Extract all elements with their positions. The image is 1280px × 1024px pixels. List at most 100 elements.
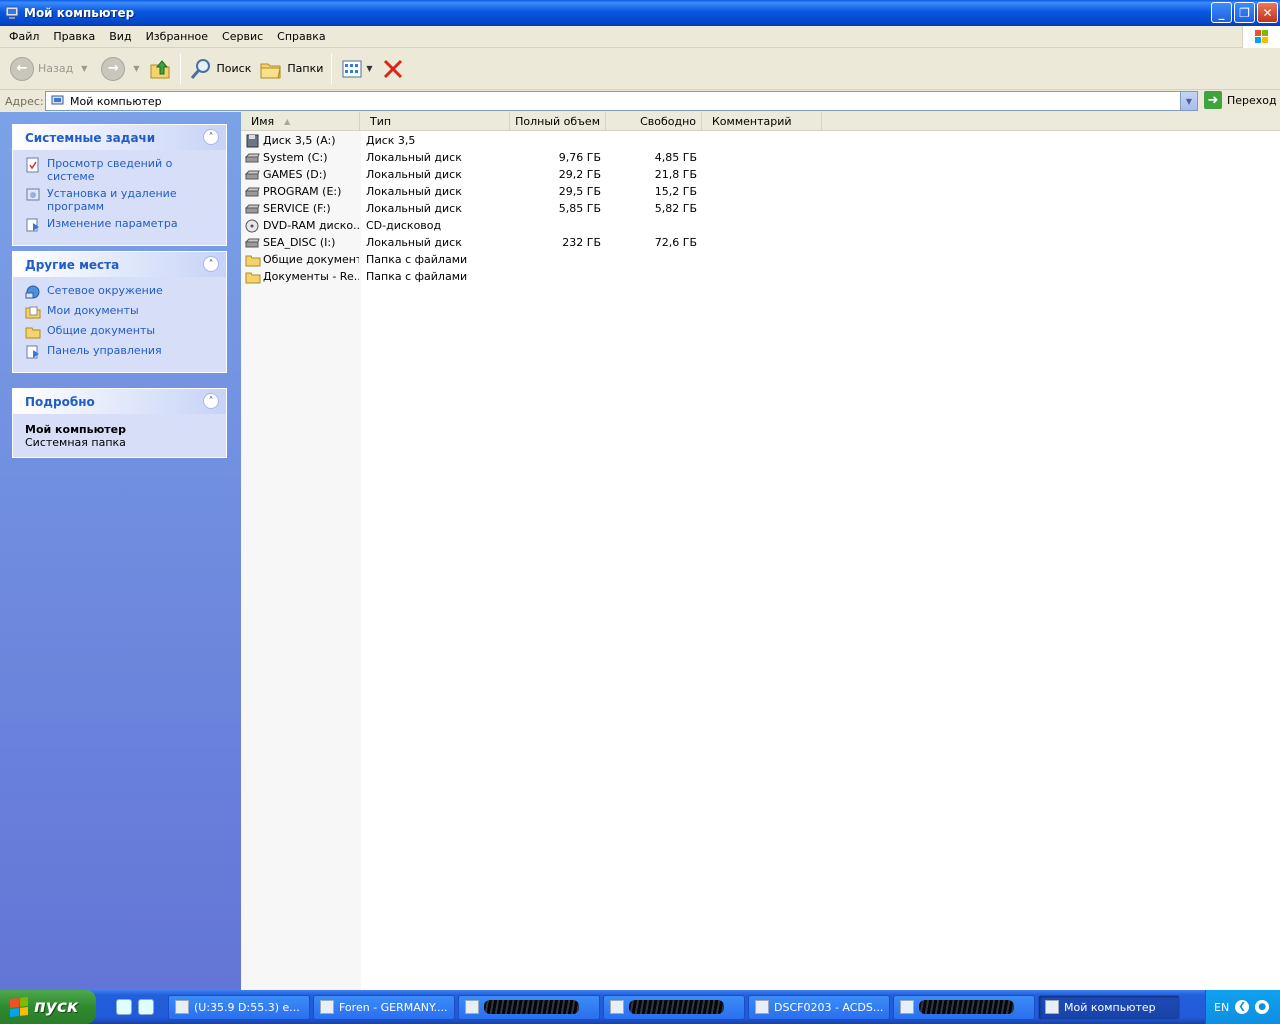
system-info-icon <box>26 157 39 173</box>
sort-ascending-icon: ▲ <box>284 117 291 126</box>
menu-file[interactable]: Файл <box>0 30 46 43</box>
go-label: Переход <box>1227 93 1277 107</box>
menu-edit[interactable]: Правка <box>46 30 102 43</box>
address-value: Мой компьютер <box>70 94 162 108</box>
hard-drive-icon <box>245 170 260 179</box>
system-tasks-panel: Системные задачи ˄ Просмотр сведений о с… <box>12 124 227 246</box>
column-free-space[interactable]: Свободно <box>606 112 702 131</box>
folder-icon <box>25 327 41 339</box>
list-item[interactable]: Диск 3,5 (A:) Диск 3,5 <box>241 132 701 149</box>
menu-view[interactable]: Вид <box>102 30 138 43</box>
views-dropdown-icon[interactable]: ▼ <box>366 64 372 73</box>
internet-explorer-icon[interactable] <box>116 999 132 1015</box>
file-list: Диск 3,5 (A:) Диск 3,5 System (C:) Локал… <box>241 132 701 285</box>
search-button[interactable]: Поиск <box>185 51 256 87</box>
place-my-documents[interactable]: Мои документы <box>25 304 216 320</box>
list-item[interactable]: GAMES (D:) Локальный диск 29,2 ГБ 21,8 Г… <box>241 166 701 183</box>
menu-help[interactable]: Справка <box>270 30 332 43</box>
task-change-setting[interactable]: Изменение параметра <box>25 217 216 233</box>
app-icon <box>320 1000 334 1014</box>
list-item[interactable]: DVD-RAM диско... CD-дисковод <box>241 217 701 234</box>
folders-label: Папки <box>287 62 324 75</box>
cd-drive-icon <box>245 219 259 232</box>
taskbar-button-redacted[interactable] <box>893 994 1035 1020</box>
minimize-button[interactable]: _ <box>1211 2 1232 23</box>
column-type[interactable]: Тип <box>360 112 510 131</box>
taskbar-button[interactable]: (U:35.9 D:55.3) e... <box>168 994 310 1020</box>
tray-chevron-icon[interactable]: ❮ <box>1235 1000 1250 1014</box>
task-add-remove-programs[interactable]: Установка и удаление программ <box>25 187 216 213</box>
other-places-header[interactable]: Другие места ˄ <box>13 252 226 277</box>
up-folder-icon <box>150 59 170 78</box>
list-item[interactable]: PROGRAM (E:) Локальный диск 29,5 ГБ 15,2… <box>241 183 701 200</box>
search-icon <box>190 58 210 79</box>
show-desktop-icon[interactable] <box>138 999 154 1015</box>
list-item[interactable]: System (C:) Локальный диск 9,76 ГБ 4,85 … <box>241 149 701 166</box>
my-computer-icon <box>5 6 19 19</box>
my-computer-icon <box>1045 1000 1059 1014</box>
taskbar-button-redacted[interactable] <box>603 994 745 1020</box>
up-folder-button[interactable] <box>144 51 176 87</box>
my-computer-icon <box>51 95 64 105</box>
back-button[interactable]: ← Назад ▼ <box>6 51 91 87</box>
delete-button[interactable] <box>377 51 409 87</box>
standard-toolbar: ← Назад ▼ → ▼ Поиск Папки ▼ <box>0 48 1280 90</box>
task-view-system-info[interactable]: Просмотр сведений о системе <box>25 157 216 183</box>
taskbar-button-active[interactable]: Мой компьютер <box>1038 994 1180 1020</box>
network-icon <box>25 285 40 299</box>
place-control-panel[interactable]: Панель управления <box>25 344 216 360</box>
image-viewer-icon <box>755 1000 769 1014</box>
back-label: Назад <box>38 62 74 75</box>
start-button[interactable]: пуск <box>0 990 96 1024</box>
list-item[interactable]: SERVICE (F:) Локальный диск 5,85 ГБ 5,82… <box>241 200 701 217</box>
forward-button[interactable]: → ▼ <box>97 51 143 87</box>
details-panel: Подробно ˄ Мой компьютер Системная папка <box>12 388 227 458</box>
menu-bar: Файл Правка Вид Избранное Сервис Справка <box>0 26 1280 48</box>
search-label: Поиск <box>216 62 252 75</box>
collapse-chevron-icon[interactable]: ˄ <box>203 393 219 409</box>
taskbar-button[interactable]: Foren - GERMANY.... <box>313 994 455 1020</box>
tray-app-icon[interactable]: ● <box>1255 1000 1270 1014</box>
column-comment[interactable]: Комментарий <box>702 112 822 131</box>
taskbar-button-redacted[interactable] <box>458 994 600 1020</box>
views-icon <box>342 60 362 77</box>
views-button[interactable]: ▼ <box>336 51 376 87</box>
restore-button[interactable]: ❐ <box>1234 2 1255 23</box>
list-item[interactable]: Документы - Re... Папка с файлами <box>241 268 701 285</box>
language-indicator[interactable]: EN <box>1214 1001 1229 1014</box>
column-name[interactable]: Имя ▲ <box>241 112 360 131</box>
back-arrow-icon: ← <box>10 56 34 81</box>
collapse-chevron-icon[interactable]: ˄ <box>203 256 219 272</box>
taskbar-button[interactable]: DSCF0203 - ACDS... <box>748 994 890 1020</box>
menu-favorites[interactable]: Избранное <box>139 30 215 43</box>
floppy-icon <box>246 134 259 147</box>
address-input[interactable]: Мой компьютер ▼ <box>45 91 1198 111</box>
details-title: Подробно <box>25 394 95 409</box>
redaction-scribble <box>919 1000 1014 1014</box>
close-button[interactable]: ✕ <box>1257 2 1278 23</box>
redaction-scribble <box>484 1000 579 1014</box>
my-documents-icon <box>25 306 41 319</box>
menu-tools[interactable]: Сервис <box>215 30 270 43</box>
go-arrow-icon: ➜ <box>1204 91 1222 109</box>
column-total-size[interactable]: Полный объем <box>510 112 606 131</box>
app-icon <box>175 1000 189 1014</box>
collapse-chevron-icon[interactable]: ˄ <box>203 129 219 145</box>
list-item[interactable]: SEA_DISC (I:) Локальный диск 232 ГБ 72,6… <box>241 234 701 251</box>
place-network[interactable]: Сетевое окружение <box>25 284 216 300</box>
place-shared-documents[interactable]: Общие документы <box>25 324 216 340</box>
toolbar-separator <box>179 53 181 84</box>
system-tasks-header[interactable]: Системные задачи ˄ <box>13 125 226 150</box>
title-bar[interactable]: Мой компьютер _ ❐ ✕ <box>0 0 1280 26</box>
back-dropdown-icon[interactable]: ▼ <box>81 64 87 73</box>
list-item[interactable]: Общие документы Папка с файлами <box>241 251 701 268</box>
forward-arrow-icon: → <box>101 56 126 81</box>
forward-dropdown-icon[interactable]: ▼ <box>133 64 139 73</box>
address-dropdown-icon[interactable]: ▼ <box>1180 92 1197 110</box>
app-icon <box>610 1000 624 1014</box>
folders-button[interactable]: Папки <box>255 51 327 87</box>
control-panel-icon <box>26 218 39 232</box>
go-button[interactable]: ➜ Переход <box>1204 91 1277 109</box>
details-header[interactable]: Подробно ˄ <box>13 389 226 414</box>
other-places-panel: Другие места ˄ Сетевое окружение Мои док… <box>12 251 227 373</box>
